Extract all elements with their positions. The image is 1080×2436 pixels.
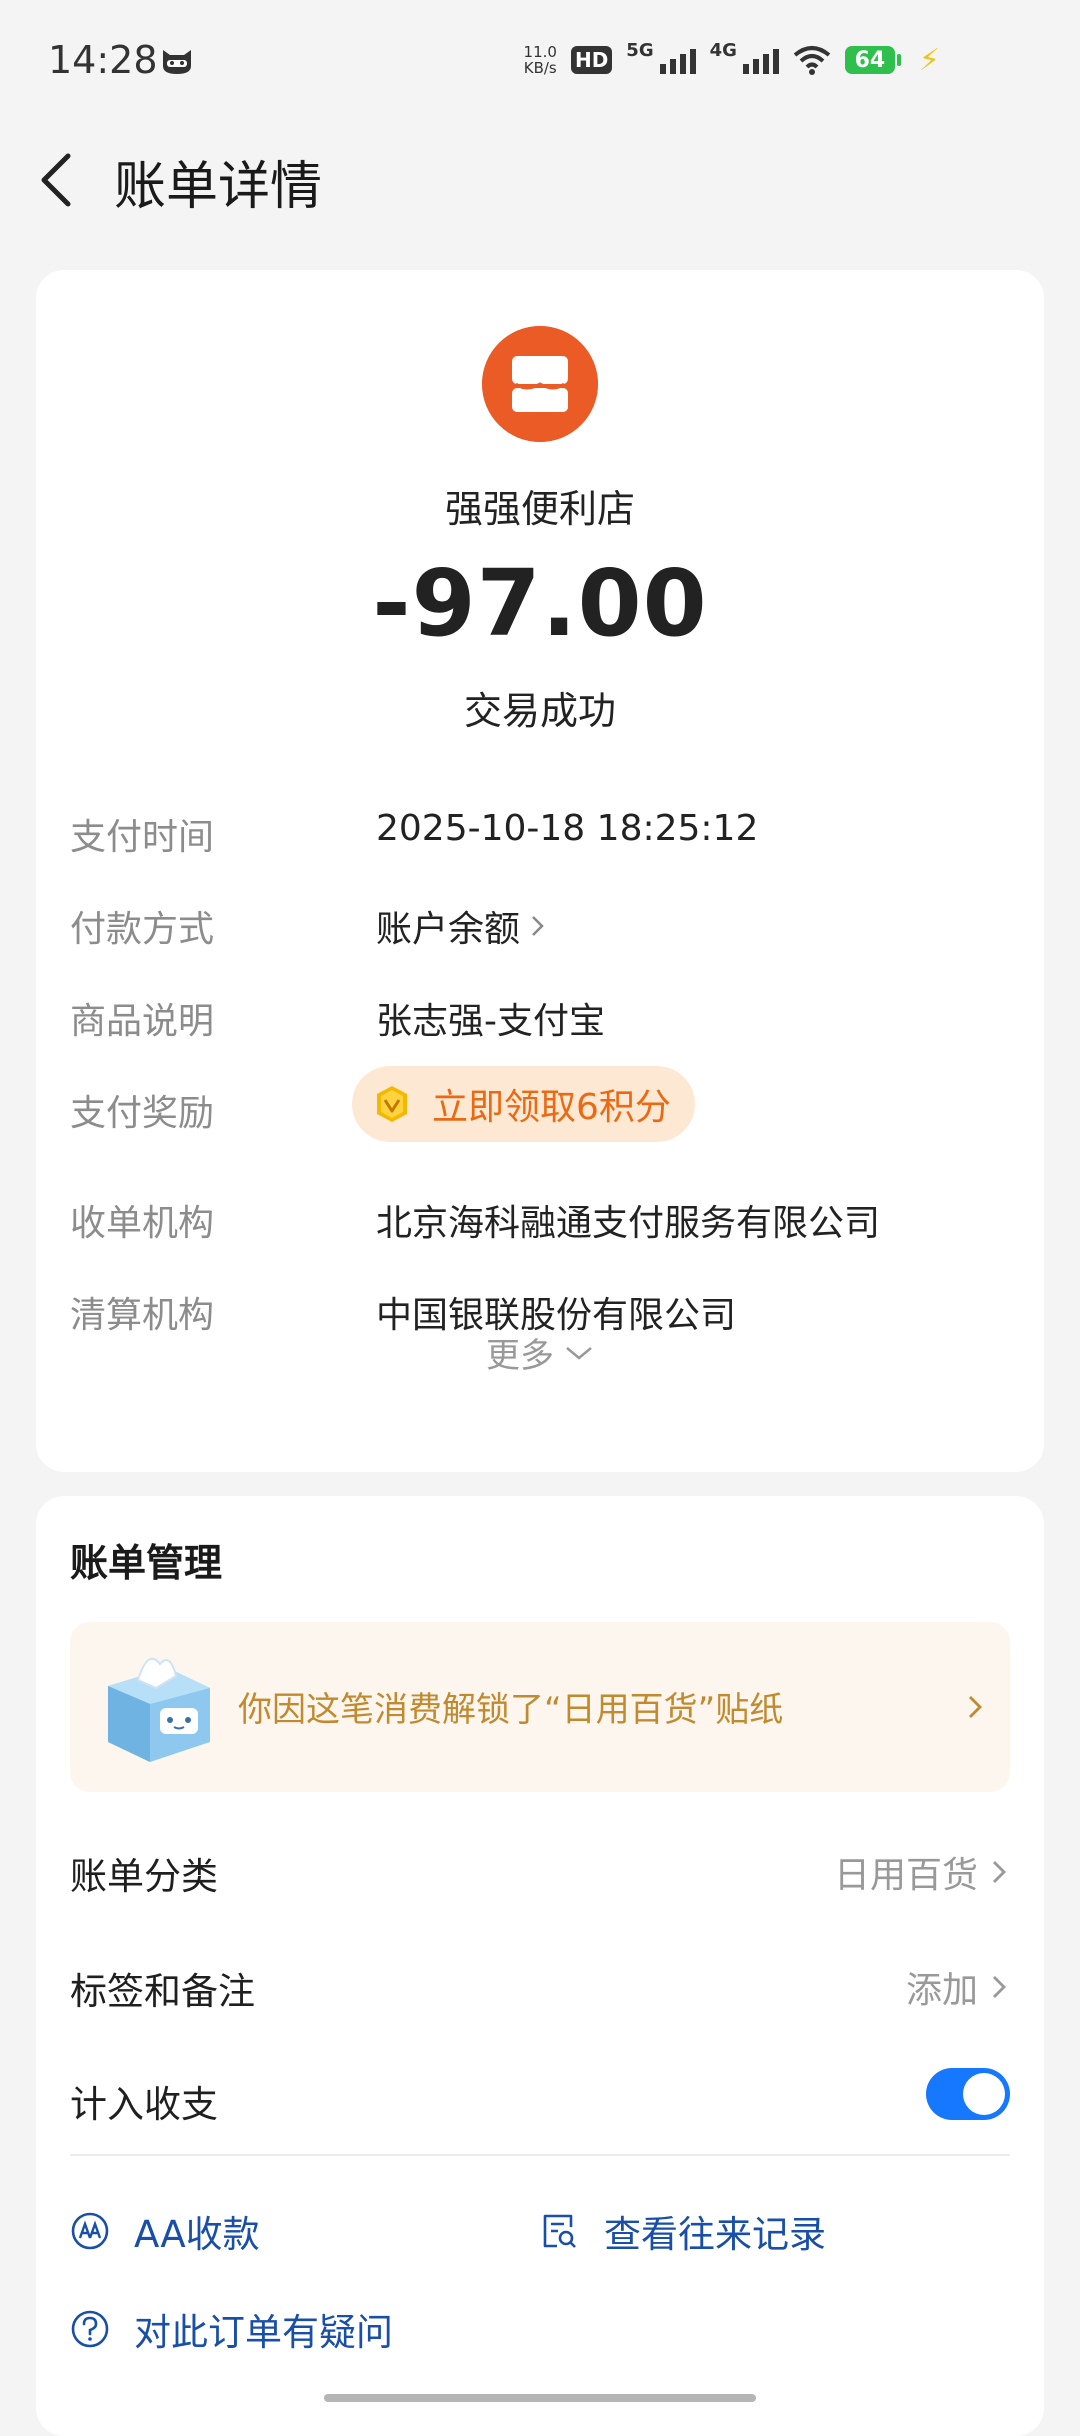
aa-label: AA收款 [134,2213,260,2256]
aa-icon [71,2212,109,2250]
history-label: 查看往来记录 [604,2213,826,2256]
net-speed-unit: KB/s [523,59,557,77]
detail-row-item-desc: 商品说明 张志强-支付宝 [70,992,1010,1052]
detail-label: 商品说明 [70,1001,215,1042]
setting-label: 账单分类 [70,1855,218,1898]
detail-value: 2025-10-18 18:25:12 [376,808,758,849]
pay-method-link[interactable]: 账户余额 [376,900,548,952]
chevron-down-icon [566,1346,592,1360]
acquirer-value: 北京海科融通支付服务有限公司 [376,1203,881,1244]
detail-value: 北京海科融通支付服务有限公司 [376,1194,880,1246]
claim-points-button[interactable]: 立即领取6积分 [352,1066,695,1142]
status-icons: 11.0 KB/s HD 5G 4G 64 ⚡ [524,40,940,80]
sticker-banner-text: 你因这笔消费解锁了“日用百货”贴纸 [238,1690,784,1730]
chevron-right-icon [532,916,544,936]
signal-5g-label: 5G [626,39,654,61]
more-button[interactable]: 更多 [36,1328,1044,1377]
order-question-button[interactable]: 对此订单有疑问 [70,2302,393,2356]
points-coin-icon [377,1086,407,1122]
header: 账单详情 [0,130,1080,230]
question-label: 对此订单有疑问 [134,2311,393,2354]
setting-label: 标签和备注 [70,1970,255,2013]
signal-4g-icon [742,49,779,74]
pay-time-value: 2025-10-18 18:25:12 [376,808,759,849]
home-indicator[interactable] [324,2394,756,2402]
setting-value: 日用百货 [834,1846,1010,1898]
bill-management-card: 账单管理 你因这笔消费解锁了“日用百货”贴纸 账单分类 日用百货 标签和备注 添… [36,1496,1044,2436]
signal-4g-label: 4G [709,39,737,61]
battery-level: 64 [844,46,895,74]
divider [70,2154,1010,2156]
category-value: 日用百货 [833,1855,978,1896]
bill-summary-card: 强强便利店 -97.00 交易成功 支付时间 2025-10-18 18:25:… [36,270,1044,1472]
page-title: 账单详情 [114,157,323,217]
battery-tip [896,54,901,66]
store-icon [482,326,598,442]
records-search-icon [543,2214,576,2248]
include-in-budget-row: 计入收支 [70,2060,1010,2140]
cat-icon [163,50,191,74]
tags-notes-row[interactable]: 标签和备注 添加 [70,1947,1010,2027]
sticker-banner[interactable]: 你因这笔消费解锁了“日用百货”贴纸 [70,1622,1010,1792]
detail-row-pay-method[interactable]: 付款方式 账户余额 [70,900,1010,960]
detail-label: 收单机构 [70,1203,215,1244]
bill-category-row[interactable]: 账单分类 日用百货 [70,1832,1010,1912]
net-speed-value: 11.0 [523,43,557,61]
detail-row-acquirer: 收单机构 北京海科融通支付服务有限公司 [70,1194,1010,1254]
view-history-button[interactable]: 查看往来记录 [540,2204,826,2258]
signal-5g-icon [659,49,696,74]
battery-icon: 64 [844,46,901,74]
detail-label: 支付时间 [70,817,215,858]
setting-label: 计入收支 [70,2083,218,2126]
item-desc-value: 张志强-支付宝 [376,1001,605,1042]
tags-value: 添加 [905,1970,978,2011]
pay-method-value: 账户余额 [376,909,521,950]
detail-label: 支付奖励 [70,1093,215,1134]
aa-collect-button[interactable]: AA收款 [70,2204,260,2258]
toggle-knob [963,2073,1005,2115]
transaction-status: 交易成功 [463,689,616,733]
status-time: 14:28 [48,38,158,82]
chevron-right-icon [993,1861,1006,1883]
more-label: 更多 [486,1336,554,1376]
detail-value: 张志强-支付宝 [376,992,605,1044]
wifi-icon [793,46,831,75]
status-bar: 14:28 11.0 KB/s HD 5G 4G 64 ⚡ [0,0,1080,120]
include-in-budget-toggle[interactable] [926,2068,1010,2120]
detail-row-reward: 支付奖励 立即领取6积分 [70,1066,1010,1144]
charging-bolt-icon: ⚡ [918,42,940,78]
detail-row-pay-time: 支付时间 2025-10-18 18:25:12 [70,808,1010,868]
merchant-name: 强强便利店 [444,487,635,531]
transaction-amount: -97.00 [372,550,708,657]
reward-text: 立即领取6积分 [432,1087,671,1128]
net-speed: 11.0 KB/s [524,44,557,76]
question-circle-icon [71,2310,109,2348]
hd-icon: HD [570,46,613,74]
tissue-box-sticker-icon [108,1657,210,1762]
detail-label: 付款方式 [70,909,215,950]
chevron-right-icon [993,1976,1006,1998]
setting-value: 添加 [906,1961,1010,2013]
section-title: 账单管理 [70,1541,223,1585]
chevron-right-icon [969,1696,982,1718]
back-arrow-icon[interactable] [30,150,90,210]
